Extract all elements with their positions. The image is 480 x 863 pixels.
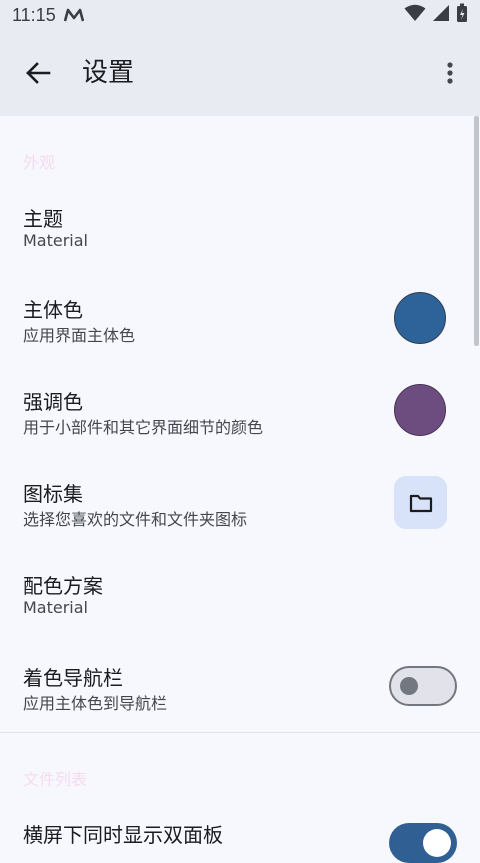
section-header-file-list: 文件列表 [23, 770, 88, 789]
setting-label: 主体色 [23, 298, 83, 322]
status-time: 11:15 [12, 4, 56, 25]
notification-m-icon [63, 8, 84, 22]
setting-label: 配色方案 [23, 574, 103, 598]
page-title: 设置 [82, 58, 135, 88]
wifi-icon [404, 4, 426, 27]
primary-color-swatch [394, 292, 446, 344]
more-options-button[interactable] [434, 57, 466, 89]
back-button[interactable] [20, 53, 56, 93]
setting-icon-set[interactable]: 图标集 选择您喜欢的文件和文件夹图标 [0, 466, 480, 558]
section-header-appearance: 外观 [23, 153, 56, 172]
setting-color-scheme[interactable]: 配色方案 Material [0, 558, 480, 650]
section-divider [0, 732, 480, 733]
setting-accent-color[interactable]: 强调色 用于小部件和其它界面细节的颜色 [0, 374, 480, 466]
setting-summary: 用于小部件和其它界面细节的颜色 [23, 418, 264, 437]
setting-tint-nav-bar[interactable]: 着色导航栏 应用主体色到导航栏 [0, 650, 480, 742]
settings-list: 外观 主题 Material 主体色 应用界面主体色 强调色 用于小部件和其它界… [0, 116, 480, 863]
setting-summary: 应用主体色到导航栏 [23, 694, 168, 713]
setting-summary: 选择您喜欢的文件和文件夹图标 [23, 510, 248, 529]
setting-summary: Material [23, 231, 88, 250]
switch-knob [400, 677, 418, 695]
tint-nav-bar-switch[interactable] [389, 666, 457, 706]
signal-icon [432, 4, 450, 27]
folder-icon [409, 494, 432, 512]
setting-primary-color[interactable]: 主体色 应用界面主体色 [0, 282, 480, 374]
setting-theme[interactable]: 主题 Material [0, 192, 480, 274]
setting-label: 强调色 [23, 390, 83, 414]
setting-label: 着色导航栏 [23, 666, 123, 690]
more-vert-icon [447, 62, 453, 84]
back-arrow-icon [26, 62, 51, 84]
status-bar: 11:15 [0, 0, 480, 30]
scrollbar[interactable] [474, 116, 479, 346]
setting-label: 主题 [23, 207, 63, 231]
setting-summary: 应用界面主体色 [23, 326, 136, 345]
accent-color-swatch [394, 384, 446, 436]
dual-pane-switch[interactable] [389, 823, 457, 863]
setting-label: 横屏下同时显示双面板 [23, 823, 223, 847]
setting-label: 图标集 [23, 482, 83, 506]
battery-icon [456, 3, 468, 28]
icon-set-preview [394, 476, 447, 529]
switch-knob [423, 829, 451, 857]
setting-dual-pane[interactable]: 横屏下同时显示双面板 [0, 806, 480, 863]
setting-summary: Material [23, 598, 88, 617]
app-bar: 设置 [0, 30, 480, 116]
